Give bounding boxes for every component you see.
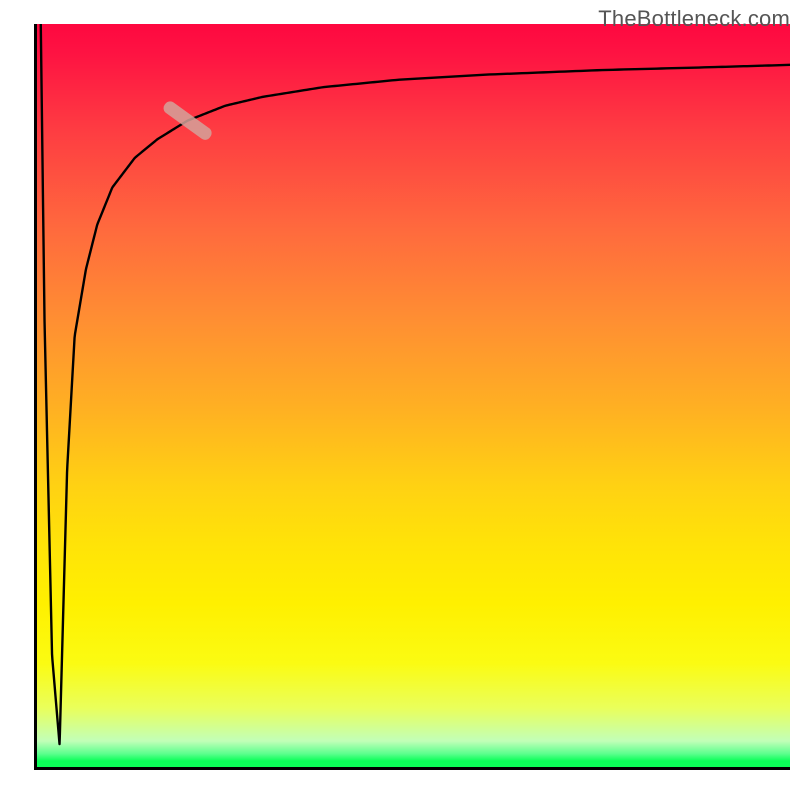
curve-marker-pill — [161, 99, 214, 142]
plot-area — [34, 24, 790, 770]
main-curve — [41, 24, 790, 744]
chart-container: TheBottleneck.com — [0, 0, 800, 800]
curve-layer — [37, 24, 790, 767]
watermark-text: TheBottleneck.com — [598, 6, 790, 32]
